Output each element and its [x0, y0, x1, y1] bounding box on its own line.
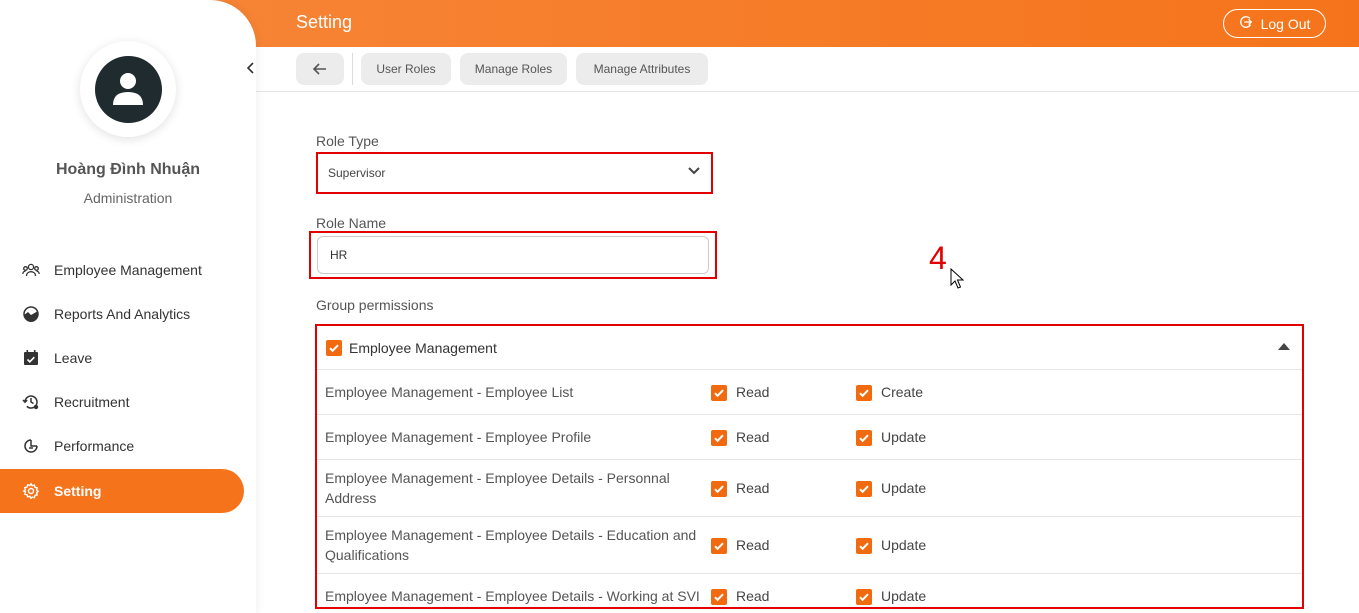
chevron-down-icon [688, 167, 700, 175]
user-role: Administration [83, 190, 173, 206]
role-name-label: Role Name [316, 215, 387, 231]
nav-item-leave[interactable]: Leave [0, 336, 244, 380]
group-permissions-panel: Employee Management Employee Management … [315, 324, 1304, 609]
create-label: Create [881, 384, 924, 400]
divider [352, 53, 353, 85]
step-annotation: 4 [929, 240, 947, 276]
gear-icon [22, 482, 40, 500]
check-icon [859, 434, 869, 443]
nav-label: Leave [54, 350, 93, 366]
role-type-select[interactable]: Supervisor [316, 152, 713, 194]
update-checkbox[interactable] [856, 430, 872, 446]
read-label: Read [736, 480, 770, 496]
tab-user-roles[interactable]: User Roles [361, 53, 451, 85]
user-icon [113, 73, 143, 105]
update-label: Update [881, 537, 927, 553]
check-icon [714, 434, 724, 443]
permission-group-title: Employee Management [349, 340, 497, 356]
read-checkbox[interactable] [711, 430, 727, 446]
page-title: Setting [296, 12, 353, 32]
logout-label: Log Out [1260, 15, 1311, 32]
permission-row: Employee Management - Employee Details -… [317, 574, 1302, 607]
read-checkbox[interactable] [711, 481, 727, 497]
check-icon [329, 344, 339, 353]
read-checkbox[interactable] [711, 589, 727, 605]
chart-icon [22, 305, 40, 323]
permission-name: Employee Management - Employee Profile [325, 429, 592, 445]
arrow-left-icon [313, 63, 326, 75]
update-label: Update [881, 588, 927, 604]
group-permissions-label: Group permissions [316, 297, 434, 313]
sidebar: Hoàng Đình Nhuận Administration Employee… [0, 0, 256, 613]
permission-name: Employee Management - Employee Details -… [325, 588, 700, 604]
update-checkbox[interactable] [856, 538, 872, 554]
user-name: Hoàng Đình Nhuận [56, 161, 200, 178]
read-label: Read [736, 429, 770, 445]
logout-icon [1239, 15, 1253, 32]
tab-bar: User Roles Manage Roles Manage Attribute… [256, 47, 1359, 92]
tab-manage-roles[interactable]: Manage Roles [460, 53, 567, 85]
nav-label: Employee Management [54, 262, 202, 278]
check-icon [714, 593, 724, 602]
permission-name: Employee Management - Employee Details -… [325, 470, 670, 506]
check-icon [859, 389, 869, 398]
nav-item-reports[interactable]: Reports And Analytics [0, 292, 244, 336]
back-button[interactable] [296, 53, 344, 85]
check-icon [859, 542, 869, 551]
update-checkbox[interactable] [856, 481, 872, 497]
role-name-input[interactable]: HR [317, 236, 709, 274]
role-name-highlight: HR [309, 231, 717, 279]
read-label: Read [736, 588, 770, 604]
nav-item-recruitment[interactable]: Recruitment [0, 380, 244, 424]
permission-group-header[interactable]: Employee Management [317, 326, 1302, 370]
role-type-label: Role Type [316, 133, 379, 149]
nav-label: Recruitment [54, 394, 130, 410]
check-icon [859, 485, 869, 494]
nav-item-employee-management[interactable]: Employee Management [0, 248, 244, 292]
history-icon [22, 393, 40, 411]
read-label: Read [736, 384, 770, 400]
caret-up-icon[interactable] [1278, 343, 1290, 350]
calendar-icon [22, 349, 40, 367]
read-checkbox[interactable] [711, 385, 727, 401]
check-icon [714, 542, 724, 551]
read-label: Read [736, 537, 770, 553]
check-icon [714, 485, 724, 494]
permission-row: Employee Management - Employee Details -… [317, 517, 1302, 574]
tab-manage-attributes[interactable]: Manage Attributes [576, 53, 708, 85]
nav-label: Setting [54, 483, 102, 499]
permission-name: Employee Management - Employee Details -… [325, 527, 697, 563]
collapse-sidebar-icon[interactable] [246, 61, 256, 78]
update-checkbox[interactable] [856, 589, 872, 605]
mouse-cursor-icon [950, 268, 964, 289]
nav-item-performance[interactable]: Performance [0, 424, 244, 468]
nav-label: Reports And Analytics [54, 306, 191, 322]
role-type-value: Supervisor [328, 166, 386, 180]
permission-row: Employee Management - Employee List Read… [317, 370, 1302, 415]
permission-name: Employee Management - Employee List [325, 384, 574, 400]
check-icon [714, 389, 724, 398]
avatar [80, 41, 176, 137]
create-checkbox[interactable] [856, 385, 872, 401]
permission-row: Employee Management - Employee Profile R… [317, 415, 1302, 460]
permission-row: Employee Management - Employee Details -… [317, 460, 1302, 517]
group-checkbox[interactable] [326, 340, 342, 356]
read-checkbox[interactable] [711, 538, 727, 554]
update-label: Update [881, 429, 927, 445]
logout-button[interactable]: Log Out [1223, 9, 1326, 38]
performance-icon [22, 437, 40, 455]
nav-item-setting[interactable]: Setting [0, 469, 244, 513]
nav-label: Performance [54, 438, 135, 454]
update-label: Update [881, 480, 927, 496]
check-icon [859, 593, 869, 602]
users-icon [22, 261, 40, 279]
